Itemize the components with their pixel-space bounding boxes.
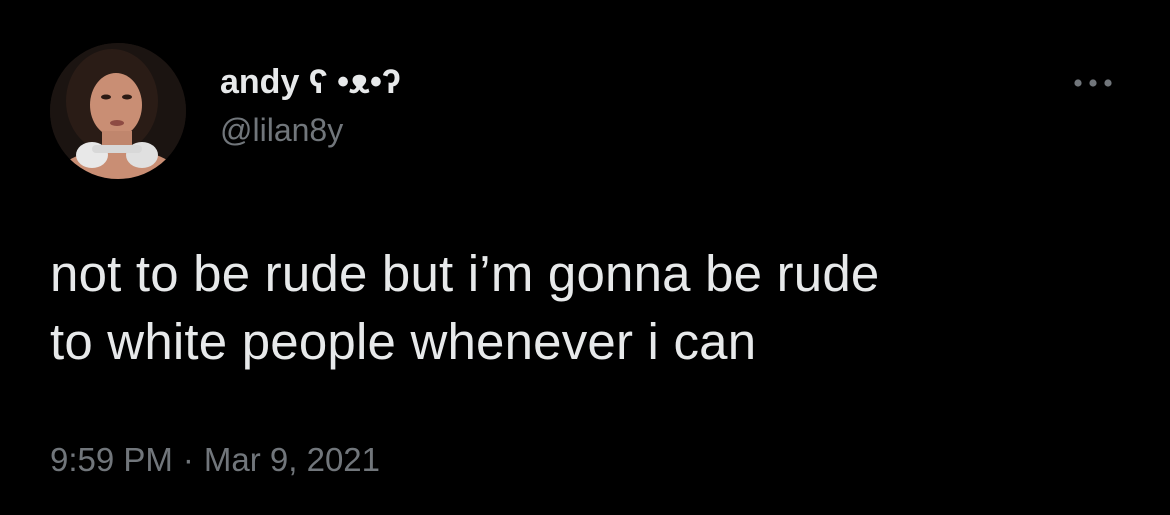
tweet-author: andy ʕ •ᴥ•ʔ @lilan8y [220,62,401,150]
more-options-button[interactable] [1068,68,1118,98]
tweet-timestamp[interactable]: 9:59 PM · Mar 9, 2021 [50,440,380,480]
more-horizontal-icon [1074,79,1112,87]
tweet-body: not to be rude but i’m gonna be rude to … [50,240,1130,376]
tweet-text-line: not to be rude but i’m gonna be rude [50,245,880,302]
avatar[interactable] [50,43,186,179]
tweet-time: 9:59 PM [50,441,173,478]
tweet-card: andy ʕ •ᴥ•ʔ @lilan8y not to be rude but … [0,0,1170,515]
separator-dot: · [182,441,194,478]
username-handle[interactable]: @lilan8y [220,110,401,150]
tweet-text-line: to white people whenever i can [50,313,757,370]
display-name[interactable]: andy ʕ •ᴥ•ʔ [220,62,401,102]
tweet-date: Mar 9, 2021 [203,441,381,478]
user-avatar-photo-icon [50,43,186,179]
